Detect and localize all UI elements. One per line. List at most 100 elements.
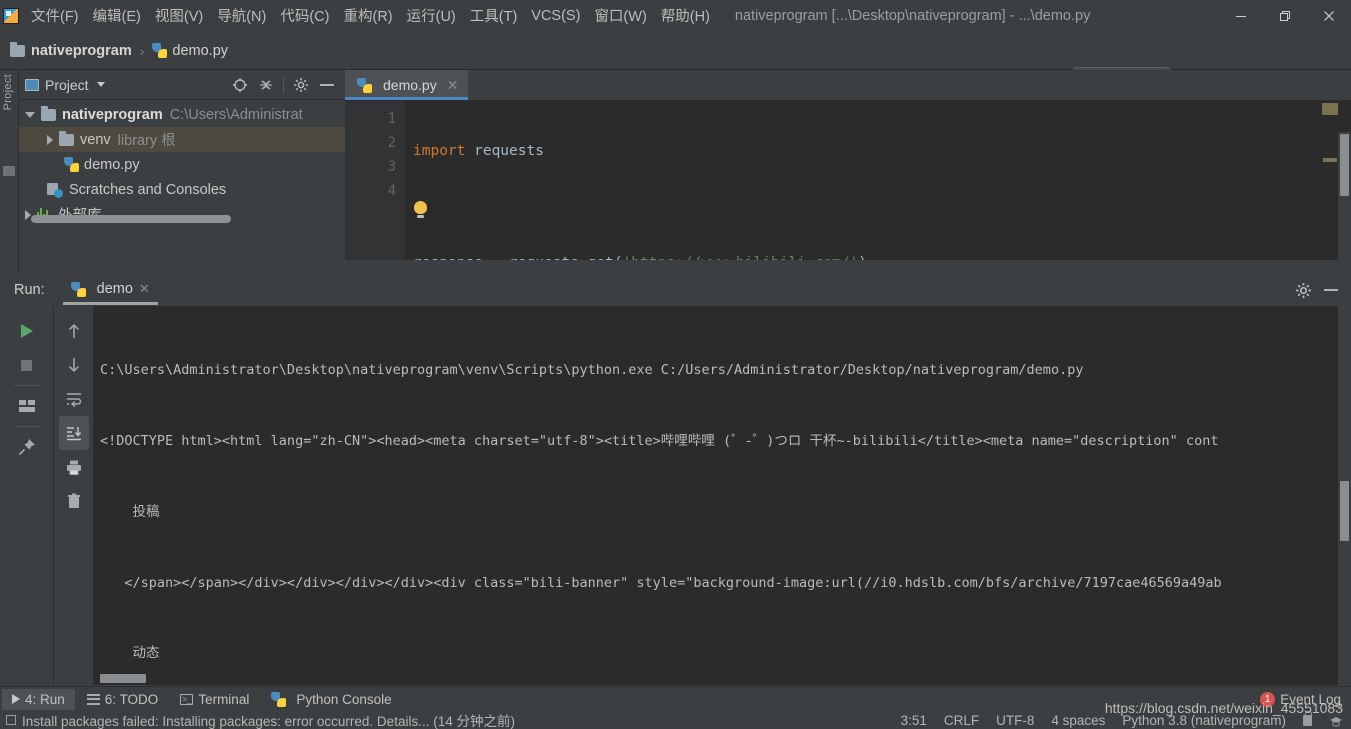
tree-node-label: demo.py xyxy=(84,156,140,173)
project-horizontal-scrollbar[interactable] xyxy=(31,215,231,223)
project-tool-window-title[interactable]: Project xyxy=(45,77,89,93)
collapse-all-icon[interactable] xyxy=(254,73,278,97)
editor-tab-bar: demo.py ✕ xyxy=(345,70,1351,101)
run-tool-window-label: Run: xyxy=(14,282,45,298)
menu-item-window[interactable]: 窗口(W) xyxy=(587,2,653,30)
file-encoding[interactable]: UTF-8 xyxy=(996,713,1034,728)
menu-item-run[interactable]: 运行(U) xyxy=(400,2,463,30)
rerun-button[interactable] xyxy=(12,314,42,348)
scrollbar-thumb[interactable] xyxy=(1340,481,1349,541)
event-log-button[interactable]: 1 Event Log xyxy=(1260,691,1351,707)
chevron-down-icon[interactable] xyxy=(25,111,35,118)
menu-item-view[interactable]: 视图(V) xyxy=(148,2,210,30)
sidebar-item-structure[interactable] xyxy=(3,166,15,176)
gear-icon[interactable] xyxy=(289,73,313,97)
bottom-tab-terminal[interactable]: >_ Terminal xyxy=(170,689,259,710)
hide-tool-window-icon[interactable] xyxy=(1319,278,1343,302)
maximize-restore-icon[interactable] xyxy=(1263,0,1307,32)
chevron-right-icon[interactable] xyxy=(47,134,53,145)
status-badge: 1 xyxy=(1260,691,1276,707)
scrollbar-thumb[interactable] xyxy=(1340,134,1349,196)
bottom-tab-label: 4: Run xyxy=(25,691,65,707)
gear-icon[interactable] xyxy=(1291,278,1315,302)
lock-icon[interactable] xyxy=(1303,710,1312,726)
inspection-hat-icon[interactable] xyxy=(1329,715,1343,727)
menu-item-code[interactable]: 代码(C) xyxy=(273,2,336,30)
navigation-bar: nativeprogram › demo.py demo xyxy=(0,32,1351,93)
run-tool-window-body: C:\Users\Administrator\Desktop\nativepro… xyxy=(0,306,1351,685)
editor-marker-warning[interactable] xyxy=(1322,103,1338,115)
notification-icon xyxy=(6,715,16,725)
layout-settings-button[interactable] xyxy=(12,389,42,423)
code-text[interactable]: import requests response = requests.get(… xyxy=(405,101,1351,260)
stop-button[interactable] xyxy=(12,348,42,382)
window-title: nativeprogram [...\Desktop\nativeprogram… xyxy=(734,8,1091,24)
caret-position[interactable]: 3:51 xyxy=(901,713,927,728)
editor-marker-stripe[interactable] xyxy=(1323,158,1337,162)
indent-setting[interactable]: 4 spaces xyxy=(1051,713,1105,728)
close-icon[interactable]: ✕ xyxy=(139,281,150,297)
folder-icon xyxy=(10,41,25,57)
scroll-to-end-button[interactable] xyxy=(58,416,89,450)
editor-tab-label: demo.py xyxy=(383,77,437,93)
code-editor[interactable]: 1 2 3 4 import requests response = reque… xyxy=(345,101,1351,291)
close-icon[interactable] xyxy=(1307,0,1351,32)
breadcrumb-file[interactable]: demo.py xyxy=(172,43,228,59)
menu-item-edit[interactable]: 编辑(E) xyxy=(86,2,148,30)
line-separator[interactable]: CRLF xyxy=(944,713,979,728)
console-line: 投稿 xyxy=(100,503,160,520)
tree-node-label: venv xyxy=(80,131,111,148)
project-tool-window-header: Project xyxy=(19,70,345,100)
select-opened-file-icon[interactable] xyxy=(228,73,252,97)
up-the-stack-trace-button[interactable] xyxy=(59,314,89,348)
toolbar-divider xyxy=(13,385,40,386)
breadcrumb: nativeprogram › demo.py xyxy=(0,41,228,59)
print-button[interactable] xyxy=(59,450,89,484)
intention-bulb-icon[interactable] xyxy=(414,200,427,218)
console-horizontal-scrollbar[interactable] xyxy=(100,674,146,683)
menu-item-help[interactable]: 帮助(H) xyxy=(654,2,717,30)
bottom-tab-run[interactable]: 4: Run xyxy=(2,688,75,710)
bottom-tab-label: Python Console xyxy=(296,691,392,707)
close-icon[interactable]: ✕ xyxy=(447,77,459,94)
tree-node-demo-py[interactable]: demo.py xyxy=(19,152,345,177)
python-file-icon xyxy=(64,157,79,172)
menu-item-vcs[interactable]: VCS(S) xyxy=(524,5,587,28)
code-fragment: ) xyxy=(858,255,867,260)
tree-node-nativeprogram[interactable]: nativeprogram C:\Users\Administrat xyxy=(19,102,345,127)
line-number: 2 xyxy=(387,135,396,151)
pin-tab-button[interactable] xyxy=(12,430,42,464)
hide-tool-window-icon[interactable] xyxy=(315,73,339,97)
sidebar-item-project[interactable]: Project xyxy=(2,74,14,110)
pycharm-window: 文件(F) 编辑(E) 视图(V) 导航(N) 代码(C) 重构(R) 运行(U… xyxy=(0,0,1351,729)
clear-all-button[interactable] xyxy=(59,484,89,518)
keyword-import: import xyxy=(413,143,466,159)
console-output[interactable]: C:\Users\Administrator\Desktop\nativepro… xyxy=(94,306,1351,685)
status-message-area[interactable]: Install packages failed: Installing pack… xyxy=(0,710,515,729)
menu-item-refactor[interactable]: 重构(R) xyxy=(336,2,399,30)
editor-tab-demo-py[interactable]: demo.py ✕ xyxy=(345,70,469,100)
down-the-stack-trace-button[interactable] xyxy=(59,348,89,382)
python-interpreter[interactable]: Python 3.8 (nativeprogram) xyxy=(1122,713,1286,728)
chevron-down-icon[interactable] xyxy=(96,82,105,87)
editor-vertical-scrollbar[interactable] xyxy=(1338,132,1351,291)
bottom-tab-python-console[interactable]: Python Console xyxy=(261,689,401,710)
status-message[interactable]: Install packages failed: Installing pack… xyxy=(22,710,515,729)
console-vertical-scrollbar[interactable] xyxy=(1338,306,1351,685)
terminal-icon: >_ xyxy=(180,693,194,705)
menu-item-tools[interactable]: 工具(T) xyxy=(463,2,525,30)
run-tab-demo[interactable]: demo ✕ xyxy=(62,277,158,305)
bottom-tab-todo[interactable]: 6: TODO xyxy=(77,689,169,710)
module-name: requests xyxy=(465,143,544,159)
tree-node-venv[interactable]: venv library 根 xyxy=(19,127,345,152)
breadcrumb-project[interactable]: nativeprogram xyxy=(31,43,132,59)
minimize-icon[interactable] xyxy=(1219,0,1263,32)
soft-wrap-button[interactable] xyxy=(59,382,89,416)
scratches-icon xyxy=(47,182,63,198)
menu-item-file[interactable]: 文件(F) xyxy=(24,2,86,30)
url-literal[interactable]: https://www.bilibili.com/ xyxy=(631,255,849,260)
menu-item-navigate[interactable]: 导航(N) xyxy=(210,2,273,30)
line-number: 4 xyxy=(387,183,396,199)
tree-node-scratches-and-consoles[interactable]: Scratches and Consoles xyxy=(19,177,345,202)
console-line: 动态 xyxy=(100,645,160,662)
